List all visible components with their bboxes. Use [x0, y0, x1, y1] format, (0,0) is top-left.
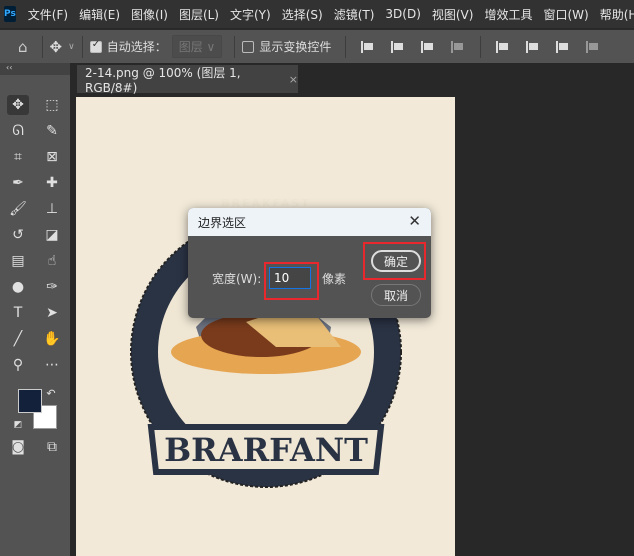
layer-select-value: 图层	[178, 40, 203, 54]
chevron-down-icon[interactable]: ∨	[68, 42, 75, 52]
highlight-width-input	[264, 262, 319, 300]
artwork-title: BRARFANT	[164, 431, 368, 469]
collapse-panel-button[interactable]: ‹‹	[0, 63, 70, 75]
eyedropper-tool-icon[interactable]: ✒	[7, 173, 29, 193]
distribute-vertical-icon[interactable]	[586, 40, 600, 53]
align-center-icon[interactable]	[391, 40, 405, 53]
dialog-titlebar: 边界选区 ✕	[188, 208, 431, 236]
options-bar: ⌂ ✥ ∨ 自动选择： 图层 ∨ 显示变换控件	[0, 29, 634, 63]
default-colors-icon[interactable]: ◩	[12, 415, 24, 435]
document-canvas[interactable]: BRARFANT BREAKFAST	[76, 97, 455, 556]
document-tab-bar: 2-14.png @ 100% (图层 1, RGB/8#) ×	[70, 63, 634, 95]
home-icon[interactable]: ⌂	[18, 38, 28, 56]
zoom-tool-icon[interactable]: ⚲	[7, 355, 29, 375]
brush-tool-icon[interactable]: 🖌	[7, 199, 29, 219]
align-middle-icon[interactable]	[526, 40, 540, 53]
document-tab-title: 2-14.png @ 100% (图层 1, RGB/8#)	[85, 65, 241, 95]
menu-view[interactable]: 视图(V)	[432, 6, 474, 23]
quick-mask-icon[interactable]: ◙	[7, 437, 29, 457]
menu-image[interactable]: 图像(I)	[131, 6, 168, 23]
menu-edit[interactable]: 编辑(E)	[79, 6, 120, 23]
close-tab-icon[interactable]: ×	[289, 73, 298, 86]
healing-brush-icon[interactable]: ✚	[41, 173, 63, 193]
line-tool-icon[interactable]: ╱	[7, 329, 29, 349]
more-tools-icon[interactable]: ⋯	[41, 355, 63, 375]
layer-select-dropdown[interactable]: 图层 ∨	[171, 35, 223, 58]
show-transform-checkbox[interactable]	[242, 40, 255, 53]
smudge-tool-icon[interactable]: ☝	[41, 251, 63, 271]
eraser-tool-icon[interactable]: ◪	[41, 225, 63, 245]
cancel-button[interactable]: 取消	[371, 284, 421, 306]
move-tool-icon[interactable]: ✥	[7, 95, 29, 115]
crop-tool-icon[interactable]: ⌗	[7, 147, 29, 167]
quick-select-tool-icon[interactable]: ✎	[41, 121, 63, 141]
show-transform-label: 显示变换控件	[259, 40, 332, 54]
align-top-icon[interactable]	[496, 40, 510, 53]
menu-filter[interactable]: 滤镜(T)	[334, 6, 375, 23]
menu-bar: Ps 文件(F) 编辑(E) 图像(I) 图层(L) 文字(Y) 选择(S) 滤…	[0, 0, 634, 28]
frame-tool-icon[interactable]: ⊠	[41, 147, 63, 167]
tools-panel: ‹‹ ✥ ⬚ ᘏ ✎ ⌗ ⊠ ✒ ✚ 🖌 ⊥ ↺ ◪ ▤ ☝ ● ✑ T ➤ ╱…	[0, 63, 70, 556]
menu-plugins[interactable]: 增效工具	[484, 6, 532, 23]
photoshop-logo-icon: Ps	[4, 6, 16, 22]
auto-select-label: 自动选择：	[106, 40, 167, 54]
gradient-tool-icon[interactable]: ▤	[7, 251, 29, 271]
unit-label: 像素	[322, 272, 347, 286]
marquee-tool-icon[interactable]: ⬚	[41, 95, 63, 115]
document-tab[interactable]: 2-14.png @ 100% (图层 1, RGB/8#) ×	[77, 65, 298, 95]
history-brush-icon[interactable]: ↺	[7, 225, 29, 245]
screen-mode-icon[interactable]: ⧉	[41, 437, 63, 457]
menu-window[interactable]: 窗口(W)	[543, 6, 588, 23]
align-bottom-icon[interactable]	[556, 40, 570, 53]
menu-3d[interactable]: 3D(D)	[385, 7, 420, 21]
close-icon[interactable]: ✕	[408, 212, 421, 230]
pen-tool-icon[interactable]: ✑	[41, 277, 63, 297]
highlight-ok-button	[363, 242, 426, 280]
path-select-tool-icon[interactable]: ➤	[41, 303, 63, 323]
menu-help[interactable]: 帮助(H)	[600, 6, 634, 23]
dodge-tool-icon[interactable]: ●	[7, 277, 29, 297]
move-tool-icon[interactable]: ✥	[50, 38, 63, 56]
menu-select[interactable]: 选择(S)	[282, 6, 323, 23]
lasso-tool-icon[interactable]: ᘏ	[7, 121, 29, 141]
dialog-title: 边界选区	[198, 215, 247, 230]
hand-tool-icon[interactable]: ✋	[41, 329, 63, 349]
menu-type[interactable]: 文字(Y)	[230, 6, 271, 23]
type-tool-icon[interactable]: T	[7, 303, 29, 323]
align-right-icon[interactable]	[421, 40, 435, 53]
distribute-icon[interactable]	[451, 40, 465, 53]
swap-colors-icon[interactable]: ↶	[44, 383, 58, 403]
breakfast-logo-artwork: BRARFANT BREAKFAST	[130, 197, 402, 488]
menu-file[interactable]: 文件(F)	[28, 6, 68, 23]
width-label: 宽度(W):	[212, 272, 262, 286]
align-left-icon[interactable]	[361, 40, 375, 53]
menu-layer[interactable]: 图层(L)	[179, 6, 219, 23]
foreground-color-swatch[interactable]	[18, 389, 42, 413]
stamp-tool-icon[interactable]: ⊥	[41, 199, 63, 219]
auto-select-checkbox[interactable]	[89, 39, 102, 53]
